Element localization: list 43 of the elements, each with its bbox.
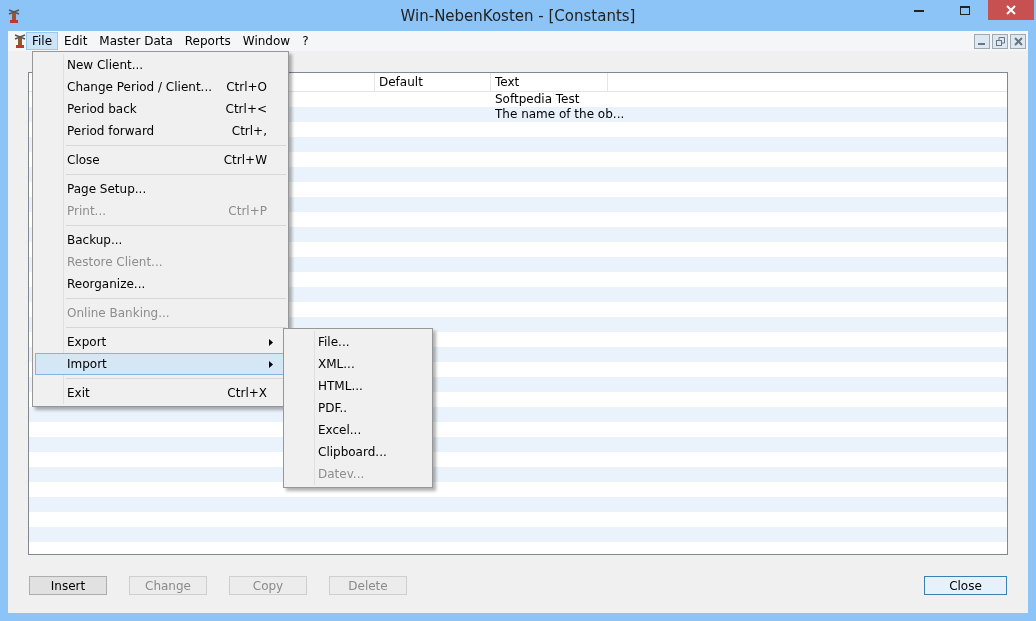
menu-item[interactable]: HTML... (286, 375, 430, 397)
close-icon (1013, 36, 1023, 46)
column-header[interactable]: Default (375, 73, 491, 91)
menu-bar-item[interactable]: Reports (178, 32, 237, 50)
table-cell: The name of the ob... (495, 107, 625, 121)
menu-item[interactable]: Exit Ctrl+X (35, 382, 286, 404)
submenu-arrow-icon (269, 338, 273, 346)
menu-item[interactable]: Clipboard... (286, 441, 430, 463)
menu-bar-item[interactable]: Edit (58, 32, 94, 50)
menu-item[interactable]: Import (35, 353, 286, 375)
menu-item[interactable]: New Client... (35, 54, 286, 76)
restore-button[interactable] (992, 33, 1008, 49)
menu-item[interactable]: XML... (286, 353, 430, 375)
document-icon (14, 33, 26, 49)
column-header[interactable]: Text (491, 73, 608, 91)
minimize-icon (914, 8, 924, 12)
restore-icon (995, 36, 1005, 46)
window-title: Win-NebenKosten - [Constants] (400, 7, 636, 25)
close-button[interactable] (988, 0, 1034, 20)
menu-item[interactable]: Page Setup... (35, 178, 286, 200)
menu-bar-item[interactable]: File (26, 32, 59, 50)
menu-item[interactable]: Excel... (286, 419, 430, 441)
submenu-arrow-icon (269, 360, 273, 368)
menu-item[interactable]: Backup... (35, 229, 286, 251)
menu-item[interactable]: Close Ctrl+W (35, 149, 286, 171)
menu-item[interactable]: PDF.. (286, 397, 430, 419)
table-cell: Softpedia Test (495, 92, 580, 106)
minimize-button[interactable] (974, 33, 990, 49)
maximize-icon (960, 5, 970, 15)
close-icon (1006, 5, 1016, 15)
menu-item[interactable]: Export (35, 331, 286, 353)
menu-bar-item[interactable]: ? (296, 32, 315, 50)
close-button[interactable] (1010, 33, 1026, 49)
dialog-button[interactable]: Insert (29, 576, 107, 595)
dialog-button[interactable]: Close (924, 576, 1007, 595)
menu-item[interactable]: Period forward Ctrl+, (35, 120, 286, 142)
menu-item[interactable]: Period back Ctrl+< (35, 98, 286, 120)
menu-item[interactable]: File... (286, 331, 430, 353)
menu-item[interactable]: Reorganize... (35, 273, 286, 295)
app-icon (8, 7, 20, 24)
menu-bar-item[interactable]: Master Data (93, 32, 179, 50)
menu-item[interactable]: Change Period / Client... Ctrl+O (35, 76, 286, 98)
menu-bar-item[interactable]: Window (236, 32, 297, 50)
